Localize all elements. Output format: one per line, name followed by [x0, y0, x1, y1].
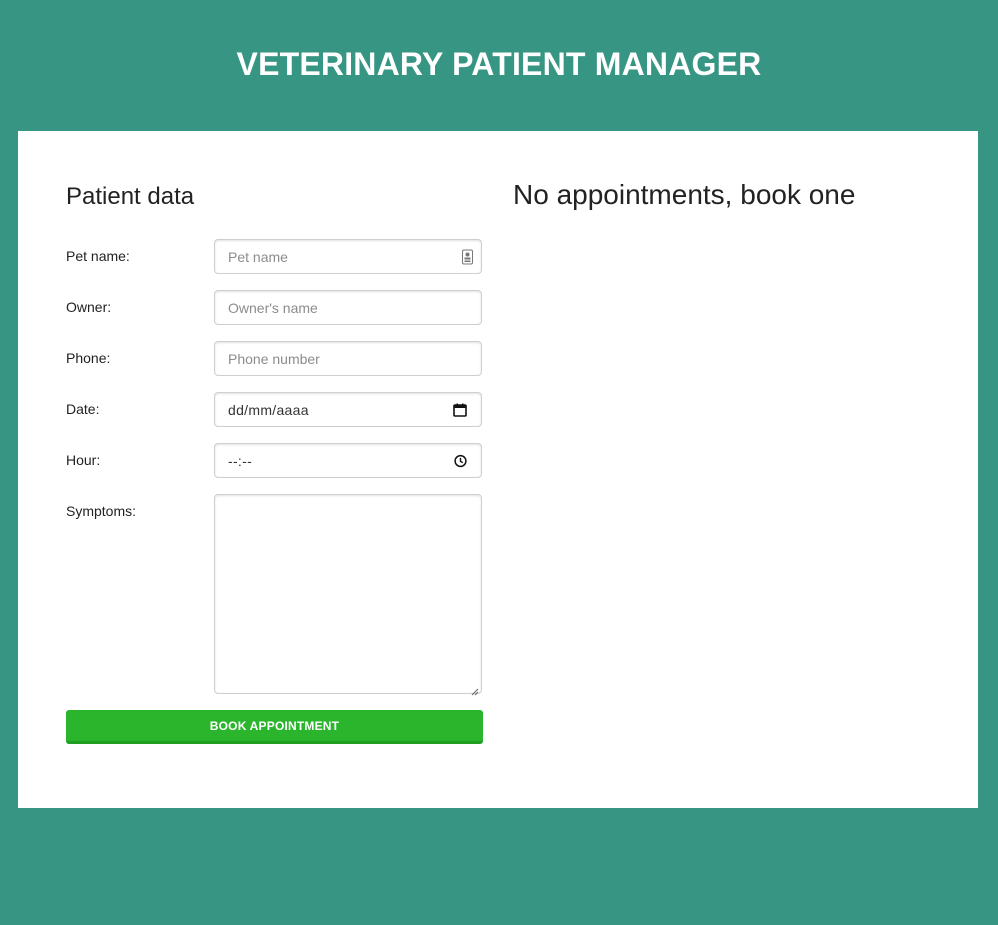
pet-name-row: Pet name: [66, 239, 484, 274]
date-row: Date: dd/mm/aaaa [66, 392, 484, 427]
date-input[interactable]: dd/mm/aaaa [214, 392, 482, 427]
date-label: Date: [66, 401, 100, 417]
pet-name-label: Pet name: [66, 248, 130, 264]
resize-grip-icon[interactable] [471, 683, 479, 701]
contact-card-icon[interactable] [462, 249, 473, 264]
phone-label: Phone: [66, 350, 111, 366]
form-title: Patient data [66, 183, 195, 210]
hour-input[interactable]: --:-- [214, 443, 482, 478]
symptoms-row: Symptoms: [66, 494, 484, 696]
date-value: dd/mm/aaaa [228, 401, 309, 418]
owner-row: Owner: [66, 290, 484, 325]
phone-input[interactable] [214, 341, 482, 376]
hour-row: Hour: --:-- [66, 443, 484, 478]
hour-value: --:-- [228, 452, 253, 469]
phone-row: Phone: [66, 341, 484, 376]
hour-label: Hour: [66, 452, 101, 468]
owner-input[interactable] [214, 290, 482, 325]
clock-icon[interactable] [454, 454, 467, 467]
pet-name-input[interactable] [214, 239, 482, 274]
owner-label: Owner: [66, 299, 112, 315]
app-title: VETERINARY PATIENT MANAGER [236, 46, 762, 82]
main-card: Patient data Pet name: Owner: Phone: Dat [18, 131, 978, 808]
symptoms-label: Symptoms: [66, 503, 137, 519]
app-header: VETERINARY PATIENT MANAGER [0, 0, 998, 131]
appointments-empty-message: No appointments, book one [513, 179, 856, 210]
calendar-icon[interactable] [453, 403, 467, 417]
book-appointment-button[interactable]: BOOK APPOINTMENT [66, 710, 483, 744]
symptoms-textarea[interactable] [214, 494, 482, 694]
